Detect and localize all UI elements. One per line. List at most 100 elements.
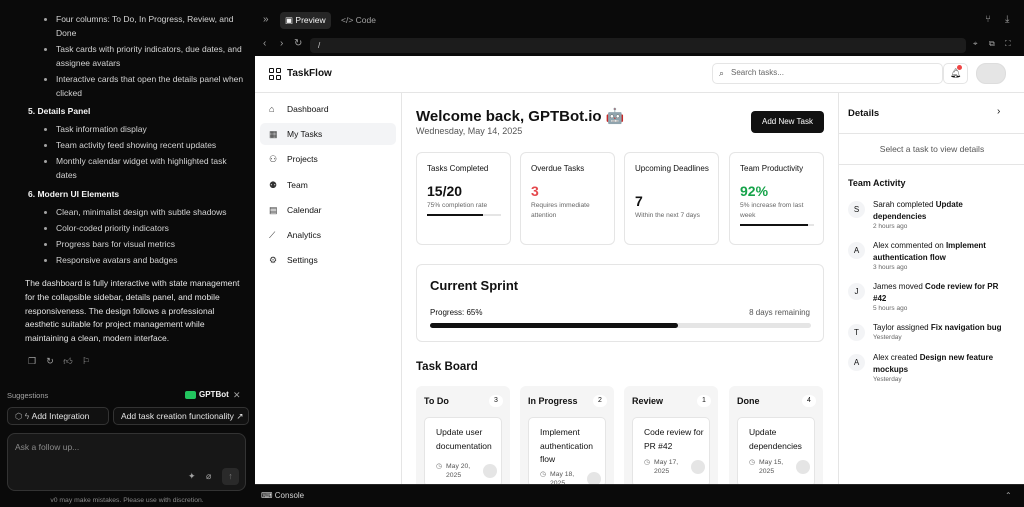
task-card[interactable]: Code review for PR #42 May 17, 2025 [632,417,710,484]
console-label: Console [274,491,305,500]
task-card[interactable]: Update dependencies May 15, 2025 [737,417,815,484]
collapse-icon[interactable]: » [263,14,269,25]
forward-icon[interactable]: › [280,38,283,49]
bullet-priority-colors: Color-coded priority indicators [44,221,246,235]
activity-time: 5 hours ago [873,305,908,312]
add-integration-chip[interactable]: ⬡ ϟ Add Integration [7,407,109,425]
console-toggle[interactable]: ⌨ Console [261,491,304,500]
team-icon: ⚉ [269,180,278,190]
task-card[interactable]: Update user documentation May 20, 2025 [424,417,502,484]
app-logo[interactable]: TaskFlow [287,68,332,79]
sidebar-item-label: Analytics [287,230,322,240]
task-card[interactable]: Implement authentication flow May 18, 20… [528,417,606,484]
bullet-clean-design: Clean, minimalist design with subtle sha… [44,205,246,219]
column-review: Review 1 Code review for PR #42 May 17, … [624,386,718,484]
bullet-progress-bars: Progress bars for visual metrics [44,237,246,251]
stat-subtitle: Requires immediate attention [531,202,590,219]
sidebar-item-my-tasks[interactable]: ▦ My Tasks [260,123,396,145]
calendar-icon: ▤ [269,205,278,215]
task-creation-label: Add task creation functionality [121,411,234,421]
sprint-progress-bar [430,323,811,328]
fork-icon[interactable]: ⑂ [985,14,991,25]
url-field[interactable]: / [310,38,966,53]
team-activity-title: Team Activity [848,178,906,188]
assignee-avatar [483,464,497,478]
followup-input[interactable] [15,442,215,452]
activity-text: James moved Code review for PR #42 [873,281,1013,304]
inspect-icon[interactable]: ⌖ [973,39,978,49]
user-avatar[interactable] [976,63,1006,84]
notifications-button[interactable]: 🔔︎ [943,63,968,84]
sidebar-item-analytics[interactable]: ⟋ Analytics [260,224,396,246]
section-modern-ui: 6. Modern UI Elements [28,189,120,199]
current-sprint-card: Current Sprint Progress: 65% 8 days rema… [416,264,824,342]
activity-text: Sarah completed Update dependencies [873,199,1013,222]
activity-verb: completed [896,200,934,209]
activity-time: 2 hours ago [873,223,908,230]
notification-dot [957,65,962,70]
copy-icon[interactable]: ❐ [27,356,37,366]
column-title: In Progress [528,396,578,406]
thumbs-down-icon[interactable]: ⚐ [81,356,91,366]
tab-code[interactable]: </> Code [336,12,381,29]
close-icon[interactable]: ✕ [233,390,241,401]
stat-upcoming: Upcoming Deadlines 7 Within the next 7 d… [624,152,719,245]
activity-avatar: A [848,354,865,371]
assignee-avatar [587,472,601,484]
thumbs-up-icon[interactable]: 👍︎ [63,356,73,366]
sidebar-item-dashboard[interactable]: ⌂ Dashboard [260,98,396,120]
column-count-badge: 4 [802,395,816,407]
sprint-remaining: 8 days remaining [749,308,810,317]
chevron-right-icon[interactable]: › [997,106,1000,117]
column-in-progress: In Progress 2 Implement authentication f… [520,386,614,484]
refresh-icon[interactable]: ↻ [294,38,302,49]
tab-preview[interactable]: ▣ Preview [280,12,331,29]
sidebar-item-label: Projects [287,154,318,164]
activity-text: Alex commented on Implement authenticati… [873,240,1013,263]
screen: Four columns: To Do, In Progress, Review… [0,0,1024,507]
stat-progress-bar [740,224,814,226]
disclaimer: v0 may make mistakes. Please use with di… [50,497,204,504]
open-new-icon[interactable]: ⧉ [989,39,995,49]
add-integration-label: Add Integration [31,411,90,421]
download-icon[interactable]: ⤓ [1005,14,1009,25]
main-content[interactable]: Welcome back, GPTBot.io 🤖 Wednesday, May… [402,93,838,484]
activity-time: Yesterday [873,334,902,341]
users-icon: ⚇ [269,154,278,164]
sidebar-item-projects[interactable]: ⚇ Projects [260,148,396,170]
followup-box: ✦ ⌀ ↑ [7,433,246,491]
activity-task: Fix navigation bug [930,323,1002,332]
send-button[interactable]: ↑ [222,468,239,485]
sidebar-item-calendar[interactable]: ▤ Calendar [260,199,396,221]
retry-icon[interactable]: ↻ [45,356,55,366]
task-creation-chip[interactable]: Add task creation functionality ↗ [113,407,249,425]
bullet-interactive-cards: Interactive cards that open the details … [44,72,246,100]
task-card-date: May 15, 2025 [749,458,789,476]
assignee-avatar [796,460,810,474]
search-input[interactable] [731,68,931,77]
stat-value: 7 [635,193,643,209]
stat-productivity: Team Productivity 92% 5% increase from l… [729,152,824,245]
activity-user: James [873,282,897,291]
column-count-badge: 3 [489,395,503,407]
activity-user: Alex [873,241,889,250]
expand-icon[interactable]: ⌃ [1005,491,1012,500]
sidebar-item-label: Dashboard [287,104,329,114]
stat-title: Team Productivity [740,164,804,173]
add-task-button[interactable]: Add New Task [751,111,824,133]
attach-icon[interactable]: ⌀ [206,471,211,482]
sparkle-icon[interactable]: ✦ [188,471,196,482]
sprint-progress-fill [430,323,678,328]
task-card-title: Update user documentation [436,427,492,451]
back-icon[interactable]: ‹ [263,38,266,49]
sidebar-item-team[interactable]: ⚉ Team [260,174,396,196]
fullscreen-icon[interactable]: ⛶ [1005,39,1011,49]
stat-value: 92% [740,183,769,199]
stat-progress-fill [427,214,483,216]
section-details-panel: 5. Details Panel [28,106,91,116]
chat-messages[interactable]: Four columns: To Do, In Progress, Review… [0,0,254,378]
chat-panel: Four columns: To Do, In Progress, Review… [0,0,254,507]
task-card-date: May 20, 2025 [436,462,476,480]
url-bar: ‹ › ↻ / ⌖ ⧉ ⛶ [255,34,1024,56]
sidebar-item-settings[interactable]: ⚙ Settings [260,249,396,271]
